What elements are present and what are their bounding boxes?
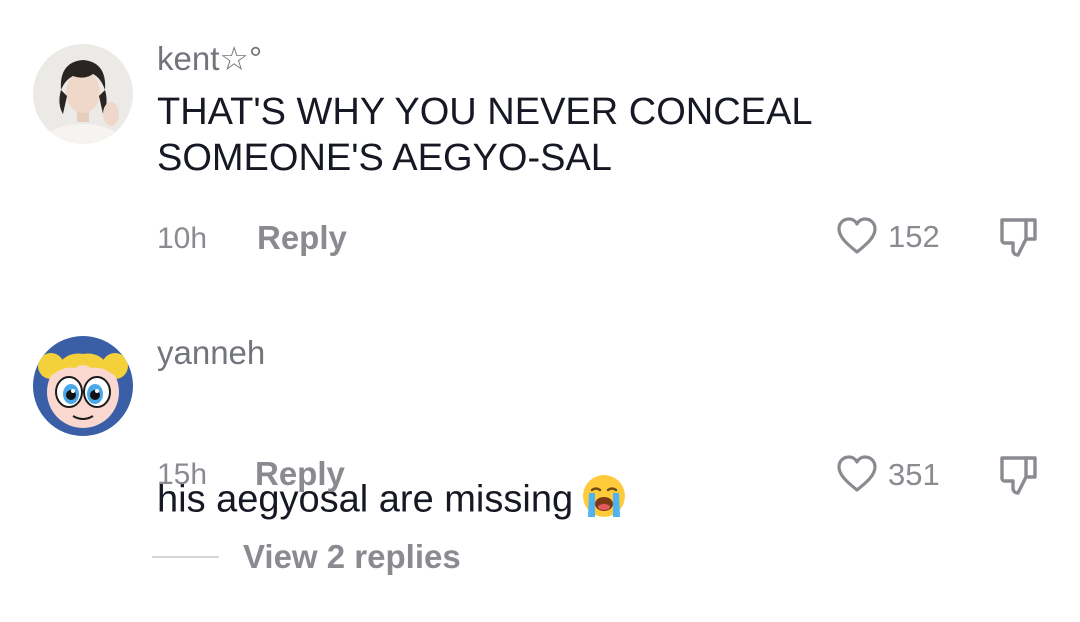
view-replies-label: View 2 replies xyxy=(243,538,461,575)
dislike-button[interactable] xyxy=(998,453,1040,502)
cartoon-girl-avatar-image xyxy=(33,336,133,436)
comment-username[interactable]: yanneh xyxy=(157,336,265,369)
view-replies-button[interactable]: View 2 replies xyxy=(152,540,461,573)
avatar[interactable] xyxy=(33,336,133,436)
comment-text-content: his aegyosal are missing xyxy=(157,478,574,521)
reply-button[interactable]: Reply xyxy=(255,457,345,490)
thumbs-down-outline-icon xyxy=(1000,456,1037,495)
comment-text: his aegyosal are missing xyxy=(157,382,627,531)
comment-timestamp: 15h xyxy=(157,458,208,491)
crying-face-emoji-icon xyxy=(581,428,627,531)
like-count: 351 xyxy=(888,456,940,492)
comment-item: yanneh his aegyosal are missing 15h Repl… xyxy=(0,0,1080,520)
heart-outline-icon xyxy=(837,455,877,492)
replies-divider xyxy=(152,555,219,558)
like-button[interactable]: 351 xyxy=(836,454,940,494)
